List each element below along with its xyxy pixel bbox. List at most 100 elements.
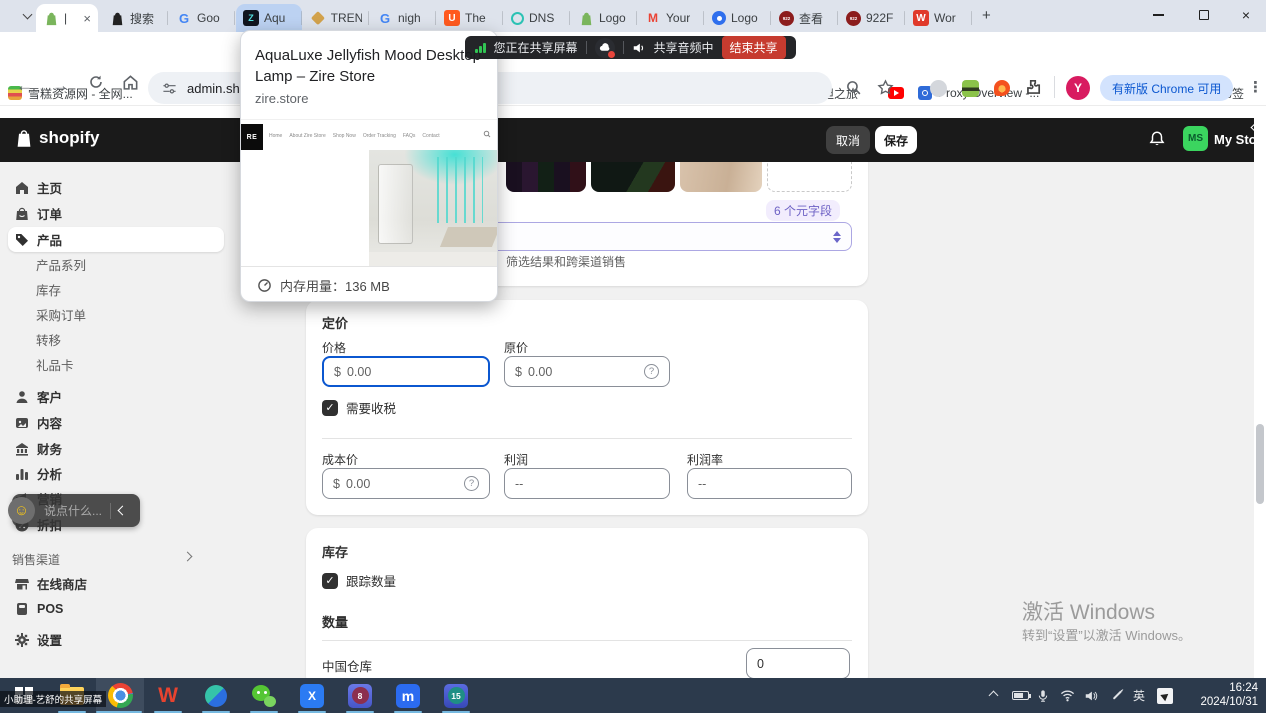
sidebar-item-collections[interactable]: 产品系列 — [8, 252, 224, 277]
volume-icon[interactable] — [1080, 678, 1102, 713]
preview-footer: 内存用量：136 MB — [241, 266, 498, 302]
sidebar-item-customers[interactable]: 客户 — [8, 384, 224, 409]
wechat-button[interactable] — [240, 678, 288, 713]
badge15-app-button[interactable]: 15 — [432, 678, 480, 713]
quantity-input[interactable]: 0 — [746, 648, 850, 679]
cloud-icon[interactable] — [595, 38, 615, 58]
profile-avatar[interactable]: Y — [1066, 76, 1090, 100]
chat-collapse-icon[interactable] — [118, 506, 128, 516]
forward-icon[interactable]: → — [52, 76, 69, 96]
tab-search-shopify[interactable]: 搜索 — [102, 4, 168, 32]
preview-search-icon — [483, 130, 491, 138]
store-avatar[interactable]: MS — [1183, 126, 1208, 151]
microphone-icon[interactable] — [1032, 678, 1054, 713]
battery-icon[interactable] — [1008, 678, 1032, 713]
chat-input-placeholder[interactable]: 说点什么... — [44, 502, 102, 519]
save-button[interactable]: 保存 — [875, 126, 917, 154]
sidebar-item-home[interactable]: 主页 — [8, 175, 224, 200]
tab-active-shopify[interactable]: | × — [36, 4, 98, 32]
teal-app-button[interactable] — [192, 678, 240, 713]
sidebar-item-content[interactable]: 内容 — [8, 410, 224, 435]
image-icon — [14, 415, 30, 431]
pen-icon[interactable] — [1106, 678, 1128, 713]
meeting-app-button[interactable]: m — [384, 678, 432, 713]
wps-icon: W — [158, 684, 178, 708]
tab-logo-blue[interactable]: Logo — [705, 4, 771, 32]
help-icon[interactable]: ? — [464, 476, 479, 491]
extension-orange-icon[interactable] — [994, 80, 1010, 96]
sidebar-item-products[interactable]: 产品 — [8, 227, 224, 252]
price-input[interactable]: $0.00 — [322, 356, 490, 387]
cancel-button[interactable]: 取消 — [826, 126, 870, 154]
bar-chart-icon — [14, 466, 30, 482]
extension-gray-icon[interactable] — [930, 80, 947, 97]
browser-menu-icon[interactable]: ⋮ — [1248, 78, 1263, 96]
margin-input[interactable]: -- — [687, 468, 852, 499]
tab-the[interactable]: U The — [437, 4, 503, 32]
sidebar-item-analytics[interactable]: 分析 — [8, 461, 224, 486]
tab-922f[interactable]: 922 922F — [839, 4, 905, 32]
help-icon[interactable]: ? — [644, 364, 659, 379]
tab-aqualuxe-hovered[interactable]: Z Aqu — [236, 4, 302, 32]
tab-word[interactable]: W Wor — [906, 4, 972, 32]
windows-taskbar: W X 8 m 15 小助理-艺舒的共享屏幕 英 16:24 2024/10/3… — [0, 678, 1266, 713]
profit-label: 利润 — [504, 451, 528, 468]
reload-icon[interactable] — [88, 74, 104, 90]
track-quantity-label: 跟踪数量 — [346, 571, 396, 590]
sidebar-item-finance[interactable]: 财务 — [8, 436, 224, 461]
search-icon[interactable] — [845, 79, 862, 96]
profit-input[interactable]: -- — [504, 468, 670, 499]
x-app-button[interactable]: X — [288, 678, 336, 713]
sidebar-item-gift-cards[interactable]: 礼品卡 — [8, 352, 224, 377]
sidebar-item-pos[interactable]: POS — [8, 596, 224, 621]
taskbar-clock[interactable]: 16:24 2024/10/31 — [1200, 682, 1258, 709]
tab-google[interactable]: G Goo — [169, 4, 235, 32]
checkbox-checked-icon[interactable]: ✓ — [322, 573, 338, 589]
tab-gmail[interactable]: M Your — [638, 4, 704, 32]
extension-green-icon[interactable] — [962, 80, 979, 97]
window-restore-icon[interactable] — [1184, 0, 1224, 30]
tab-dns[interactable]: DNS — [504, 4, 570, 32]
922-favicon: 922 — [846, 11, 861, 26]
tray-expand-icon[interactable] — [982, 678, 1004, 713]
smiley-avatar[interactable]: ☺ — [8, 497, 35, 524]
wifi-icon[interactable] — [1056, 678, 1078, 713]
tab-night[interactable]: G nigh — [370, 4, 436, 32]
chat-overlay-widget[interactable]: ☺ 说点什么... — [12, 494, 140, 527]
tab-logo-shopify[interactable]: Logo — [571, 4, 637, 32]
badge8-app-button[interactable]: 8 — [336, 678, 384, 713]
sidebar-item-orders[interactable]: 订单 — [8, 201, 224, 226]
metafields-link[interactable]: 6 个元字段 — [766, 200, 840, 221]
window-minimize-icon[interactable] — [1138, 0, 1178, 30]
checkbox-checked-icon[interactable]: ✓ — [322, 400, 338, 416]
ime-indicator[interactable]: 英 — [1128, 678, 1150, 713]
page-scrollbar[interactable] — [1254, 106, 1266, 678]
pricing-card: 定价 价格 原价 $0.00 $0.00 ? ✓ 需要收税 成本价 利润 利润率… — [306, 300, 868, 515]
sidebar-item-online-store[interactable]: 在线商店 — [8, 571, 224, 596]
sidebar-item-inventory[interactable]: 库存 — [8, 277, 224, 302]
tab-trend[interactable]: TREN — [303, 4, 369, 32]
new-tab-icon[interactable]: + — [982, 7, 991, 24]
window-close-icon[interactable]: × — [1226, 0, 1266, 30]
tab-close-icon[interactable]: × — [83, 11, 91, 26]
sidebar-item-settings[interactable]: 设置 — [8, 627, 224, 652]
cost-input[interactable]: $0.00 ? — [322, 468, 490, 499]
track-quantity-row[interactable]: ✓ 跟踪数量 — [322, 571, 396, 590]
wps-taskbar-button[interactable]: W — [144, 678, 192, 713]
tab-search-icon[interactable] — [23, 10, 33, 20]
compare-price-input[interactable]: $0.00 ? — [504, 356, 670, 387]
tab-922-view[interactable]: 922 查看 — [772, 4, 838, 32]
home-icon[interactable] — [122, 74, 139, 91]
extensions-puzzle-icon[interactable] — [1024, 78, 1042, 96]
bookmark-star-icon[interactable] — [877, 79, 894, 96]
stop-share-button[interactable]: 结束共享 — [722, 36, 786, 59]
pricing-title: 定价 — [322, 313, 348, 332]
sidebar-item-transfers[interactable]: 转移 — [8, 327, 224, 352]
charge-tax-row[interactable]: ✓ 需要收税 — [322, 398, 396, 417]
sidebar-item-purchase-orders[interactable]: 采购订单 — [8, 302, 224, 327]
back-icon[interactable]: ← — [16, 76, 33, 96]
notifications-bell-icon[interactable] — [1148, 130, 1166, 148]
chrome-update-chip[interactable]: 有新版 Chrome 可用 — [1100, 75, 1233, 101]
action-center-icon[interactable] — [1152, 678, 1178, 713]
scrollbar-thumb[interactable] — [1256, 424, 1264, 504]
